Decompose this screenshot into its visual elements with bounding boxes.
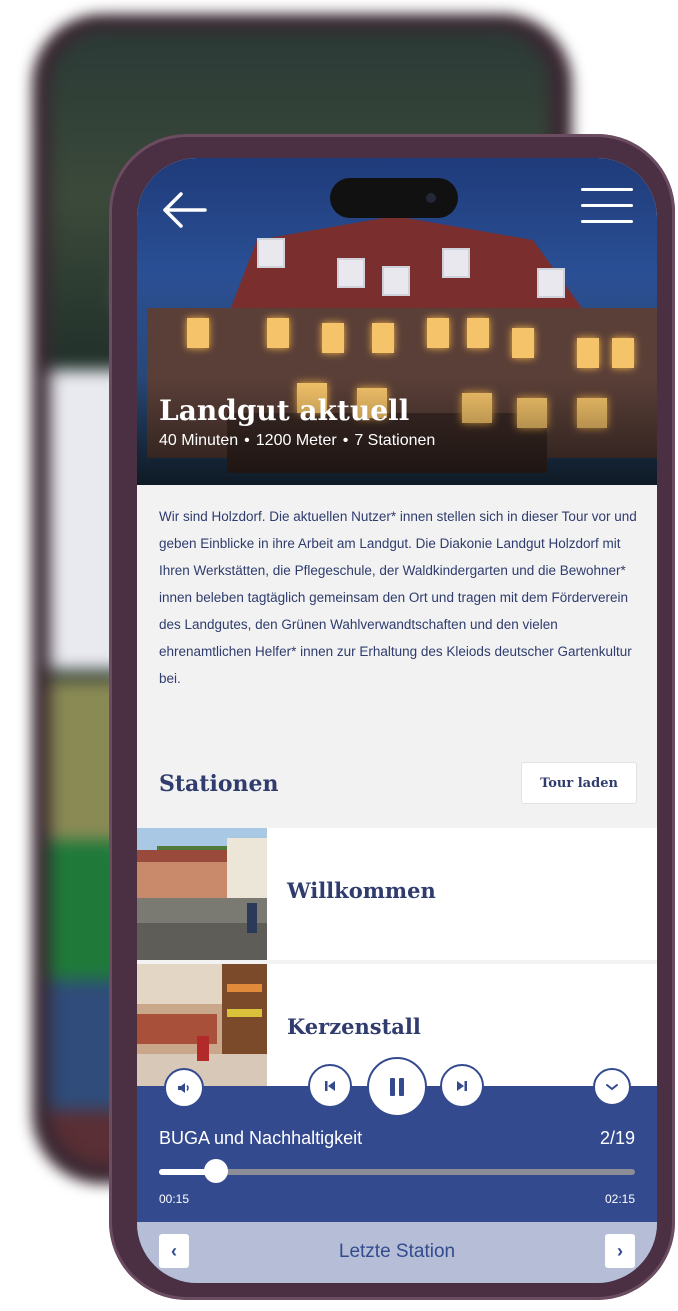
meta-separator: •	[342, 432, 349, 449]
last-station-label: Letzte Station	[338, 1241, 456, 1262]
station-label: Willkommen	[287, 878, 436, 903]
station-thumbnail	[137, 828, 267, 960]
volume-icon[interactable]	[164, 1068, 204, 1108]
stations-heading: Stationen	[159, 771, 279, 797]
total-time: 02:15	[604, 1192, 635, 1206]
station-item-willkommen[interactable]: Willkommen	[137, 828, 657, 960]
skip-next-icon[interactable]	[440, 1064, 484, 1108]
current-time: 00:15	[159, 1192, 190, 1206]
station-label: Kerzenstall	[287, 1014, 421, 1039]
track-title: BUGA und Nachhaltigkeit	[159, 1128, 363, 1148]
next-station-button[interactable]: ›	[605, 1234, 635, 1268]
skip-previous-icon[interactable]	[308, 1064, 352, 1108]
hamburger-menu-icon[interactable]	[581, 188, 633, 228]
camera-dot	[426, 193, 436, 203]
dynamic-island	[330, 178, 458, 218]
tour-duration: 40 Minuten	[159, 432, 239, 449]
tour-distance: 1200 Meter	[255, 432, 337, 449]
back-arrow-icon[interactable]	[159, 188, 209, 232]
tour-station-count: 7 Stationen	[354, 432, 436, 449]
tour-description: Wir sind Holzdorf. Die aktuellen Nutzer*…	[159, 509, 637, 686]
progress-track[interactable]	[159, 1169, 635, 1175]
pause-icon[interactable]	[367, 1057, 427, 1117]
meta-separator: •	[244, 432, 250, 449]
station-thumbnail	[137, 964, 267, 1096]
track-position: 2/19	[599, 1128, 635, 1148]
load-tour-button[interactable]: Tour laden	[521, 762, 637, 804]
collapse-icon[interactable]	[593, 1068, 631, 1106]
progress-knob[interactable]	[204, 1159, 228, 1183]
tour-title: Landgut aktuell	[159, 394, 410, 427]
tour-meta: 40 Minuten • 1200 Meter • 7 Stationen	[159, 432, 435, 450]
